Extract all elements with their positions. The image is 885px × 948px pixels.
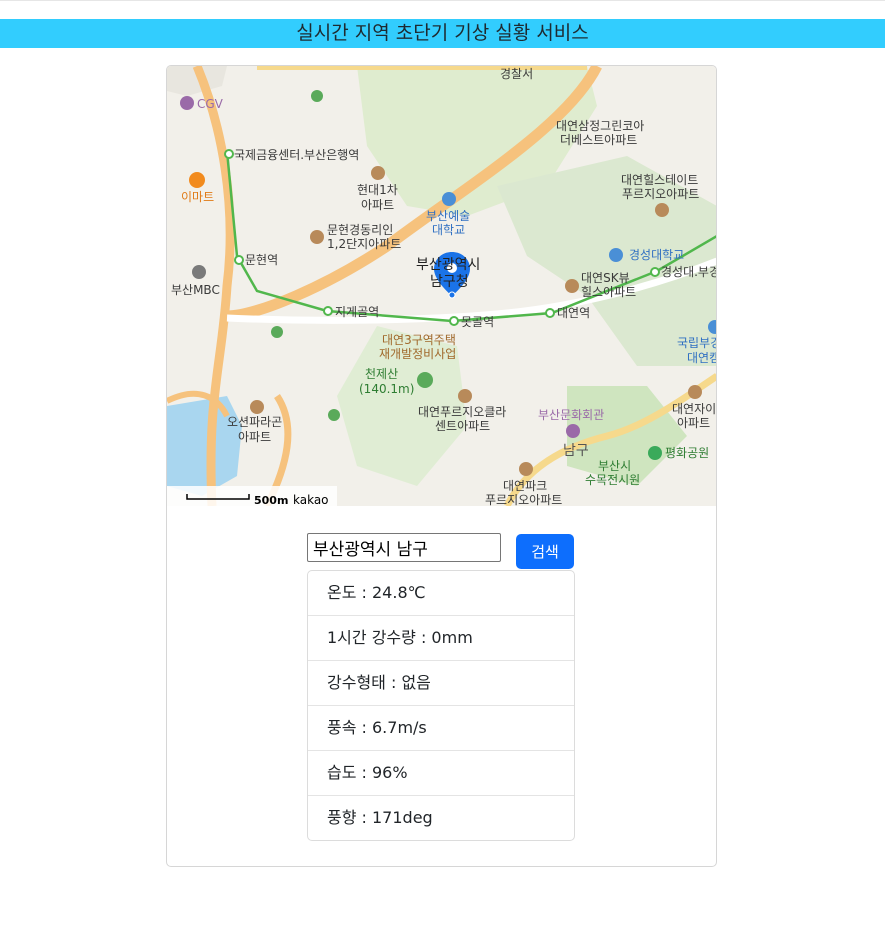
apartment-icon bbox=[519, 462, 533, 476]
apartment-icon bbox=[250, 400, 264, 414]
humidity-item: 습도 : 96% bbox=[308, 751, 574, 796]
map-label: 부산시 bbox=[598, 459, 631, 473]
station-dot bbox=[323, 306, 333, 316]
weather-list: 온도 : 24.8℃ 1시간 강수량 : 0mm 강수형태 : 없음 풍속 : … bbox=[307, 570, 575, 841]
station-dot bbox=[234, 255, 244, 265]
map-label: 푸르지오아파트 bbox=[485, 493, 562, 506]
apartment-icon bbox=[371, 166, 385, 180]
map-label: 센트아파트 bbox=[435, 419, 490, 433]
page-title: 실시간 지역 초단기 기상 실황 서비스 bbox=[296, 22, 589, 44]
map-label: 대연힐스테이트 bbox=[621, 173, 698, 187]
map-label: (140.1m) bbox=[359, 382, 414, 396]
cinema-icon bbox=[180, 96, 194, 110]
university-icon bbox=[609, 248, 623, 262]
trail-icon bbox=[328, 409, 340, 421]
university-icon bbox=[442, 192, 456, 206]
precipitation-type-item: 강수형태 : 없음 bbox=[308, 661, 574, 706]
map-label: 푸르지오아파트 bbox=[622, 187, 699, 201]
map-label: 부산예술 bbox=[426, 209, 470, 223]
map-label: 대연자이 bbox=[672, 402, 716, 416]
page-header: 실시간 지역 초단기 기상 실황 서비스 bbox=[0, 19, 885, 48]
search-input[interactable] bbox=[307, 533, 501, 562]
map-label: 힐스아파트 bbox=[581, 285, 636, 299]
map-label: 문현역 bbox=[245, 253, 278, 267]
apartment-icon bbox=[565, 279, 579, 293]
mountain-icon bbox=[417, 372, 433, 388]
map-label: 대연SK뷰 bbox=[581, 271, 630, 285]
map-label: 아파트 bbox=[361, 198, 394, 212]
weather-card: 경찰서 CGV 국제금융센터.부산은행역 이마트 현대1차 아파트 부산예술 대… bbox=[166, 65, 717, 867]
apartment-icon bbox=[458, 389, 472, 403]
map-label: 문현경동리인 bbox=[327, 223, 393, 237]
map-label: 이마트 bbox=[181, 190, 214, 204]
map-label: 더베스트아파트 bbox=[560, 133, 637, 147]
map-label: 현대1차 bbox=[357, 183, 398, 197]
map-label: 남구 bbox=[563, 443, 589, 459]
map-label: 대연3구역주택 bbox=[382, 333, 456, 347]
station-dot bbox=[545, 308, 555, 318]
top-divider bbox=[0, 0, 885, 1]
wind-speed-item: 풍속 : 6.7m/s bbox=[308, 706, 574, 751]
map-label: 부산문화회관 bbox=[538, 408, 604, 422]
station-dot bbox=[449, 316, 459, 326]
apartment-icon bbox=[310, 230, 324, 244]
map-label: 경성대학교 bbox=[629, 248, 684, 262]
apartment-icon bbox=[655, 203, 669, 217]
mart-icon bbox=[189, 172, 205, 188]
station-dot bbox=[650, 267, 660, 277]
map-label: 대연삼정그린코아 bbox=[556, 119, 644, 133]
map-label: 아파트 bbox=[238, 430, 271, 444]
culture-icon bbox=[566, 424, 580, 438]
precipitation-item: 1시간 강수량 : 0mm bbox=[308, 616, 574, 661]
map-label: 대연푸르지오클라 bbox=[418, 405, 506, 419]
kakao-map[interactable]: 경찰서 CGV 국제금융센터.부산은행역 이마트 현대1차 아파트 부산예술 대… bbox=[167, 66, 717, 506]
map-label: 아파트 bbox=[677, 416, 710, 430]
park-icon bbox=[648, 446, 662, 460]
map-label: 대연역 bbox=[557, 306, 590, 320]
map-label: 대연캠 bbox=[687, 351, 717, 365]
map-label: 오션파라곤 bbox=[227, 415, 282, 429]
map-label: 재개발정비사업 bbox=[379, 347, 456, 361]
map-label: 경찰서 bbox=[500, 67, 533, 81]
search-row: 검색 bbox=[307, 532, 587, 569]
map-label: 남구청 bbox=[430, 274, 469, 290]
station-dot bbox=[224, 149, 234, 159]
kakao-logo[interactable]: kakao bbox=[293, 493, 329, 506]
trail-icon bbox=[311, 90, 323, 102]
map-label: 부산MBC bbox=[171, 283, 220, 297]
trail-icon bbox=[271, 326, 283, 338]
apartment-icon bbox=[688, 385, 702, 399]
map-label: 국제금융센터.부산은행역 bbox=[234, 147, 359, 162]
map-label: 대연파크 bbox=[503, 479, 547, 493]
map-label: 평화공원 bbox=[665, 446, 709, 460]
map-label: CGV bbox=[197, 97, 224, 111]
temperature-item: 온도 : 24.8℃ bbox=[308, 571, 574, 616]
map-label: 국립부경 bbox=[677, 336, 717, 350]
map-label: 못골역 bbox=[461, 315, 494, 329]
map-label: 1,2단지아파트 bbox=[327, 237, 401, 251]
map-label: 경성대.부경 bbox=[661, 265, 717, 279]
map-label: 대학교 bbox=[432, 223, 465, 237]
wind-direction-item: 풍향 : 171deg bbox=[327, 808, 433, 827]
map-label: 지게골역 bbox=[335, 305, 379, 319]
search-button[interactable]: 검색 bbox=[516, 534, 574, 569]
map-label: 천제산 bbox=[365, 366, 398, 381]
map-label: 수목전시원 bbox=[585, 473, 640, 487]
broadcast-icon bbox=[192, 265, 206, 279]
scale-label: 500m bbox=[254, 494, 288, 506]
map-label: 부산광역시 bbox=[416, 257, 480, 273]
